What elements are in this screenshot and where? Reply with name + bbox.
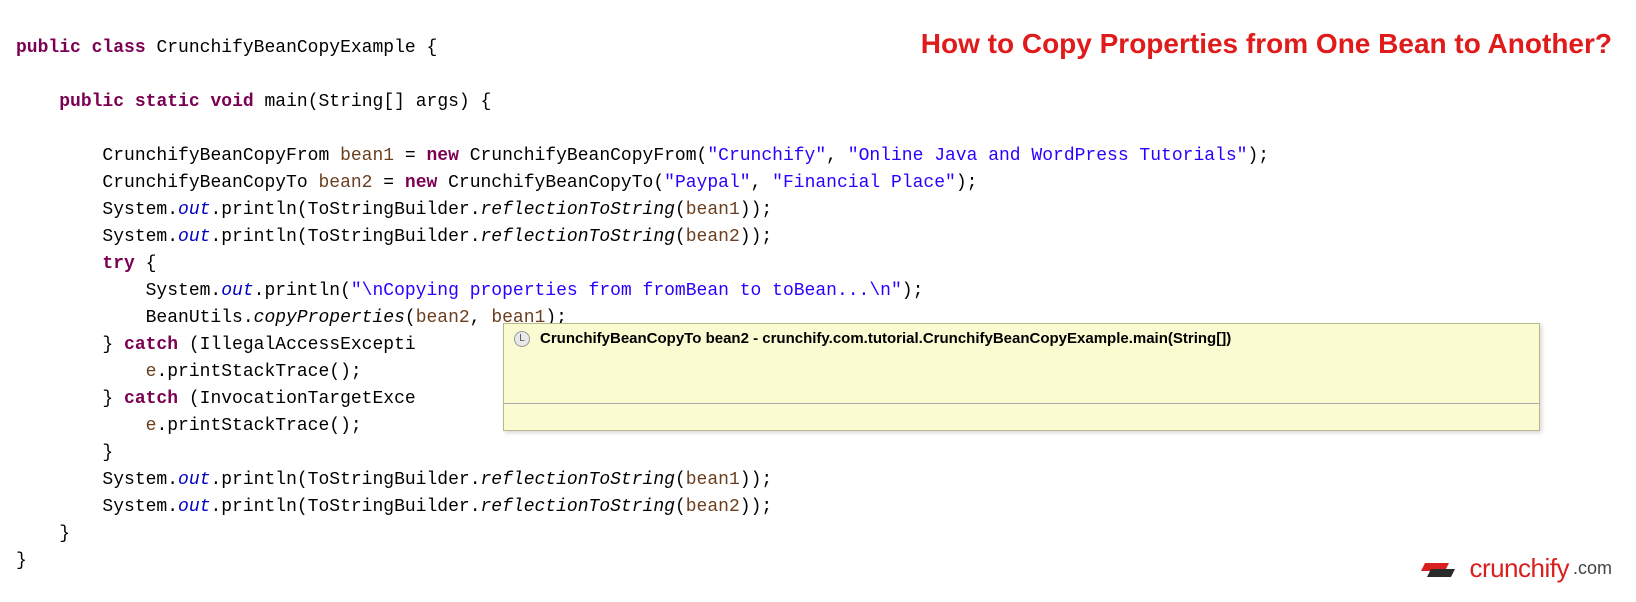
code-line: System.out.println(ToStringBuilder.refle… xyxy=(102,497,772,517)
code-line: CrunchifyBeanCopyFrom bean1 = new Crunch… xyxy=(102,146,1269,166)
logo-ext: .com xyxy=(1573,558,1612,579)
tooltip-text: CrunchifyBeanCopyTo bean2 - crunchify.co… xyxy=(540,330,1231,347)
code-line: System.out.println(ToStringBuilder.refle… xyxy=(102,227,772,247)
code-line: } xyxy=(16,551,27,571)
page-title: How to Copy Properties from One Bean to … xyxy=(921,28,1612,60)
code-line: System.out.println(ToStringBuilder.refle… xyxy=(102,470,772,490)
code-line: } xyxy=(102,443,113,463)
variable-icon: L xyxy=(514,331,530,347)
code-line: System.out.println("\nCopying properties… xyxy=(146,281,924,301)
crunchify-logo-icon xyxy=(1419,555,1463,583)
code-line: e.printStackTrace(); xyxy=(146,362,362,382)
code-line: CrunchifyBeanCopyTo bean2 = new Crunchif… xyxy=(102,173,977,193)
code-line: try { xyxy=(102,254,156,274)
code-editor[interactable]: public class CrunchifyBeanCopyExample { … xyxy=(0,0,1636,583)
code-line: } xyxy=(59,524,70,544)
hover-tooltip: L CrunchifyBeanCopyTo bean2 - crunchify.… xyxy=(503,323,1540,431)
code-line: public static void main(String[] args) { xyxy=(59,92,491,112)
code-line: public class CrunchifyBeanCopyExample { xyxy=(16,38,437,58)
logo-name: crunchify xyxy=(1469,553,1569,584)
code-line: } catch (InvocationTargetExce xyxy=(102,389,415,409)
tooltip-divider xyxy=(504,403,1539,404)
code-line: e.printStackTrace(); xyxy=(146,416,362,436)
code-line: } catch (IllegalAccessExcepti xyxy=(102,335,415,355)
code-line: System.out.println(ToStringBuilder.refle… xyxy=(102,200,772,220)
brand-logo: crunchify .com xyxy=(1419,553,1612,584)
